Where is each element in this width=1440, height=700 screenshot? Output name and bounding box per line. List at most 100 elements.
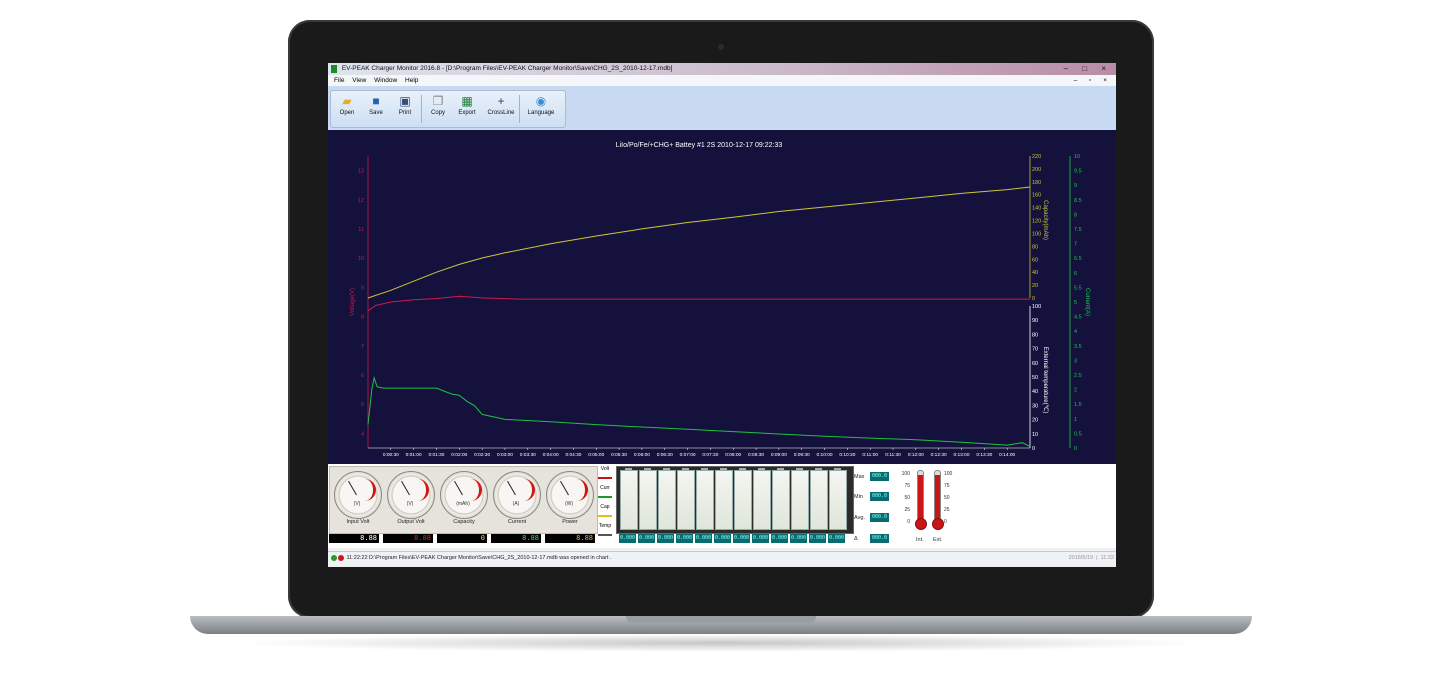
- app-window: EV-PEAK Charger Monitor 2016.8 - [D:\Pro…: [328, 63, 1116, 567]
- cell-readouts: 0.000 0.000 0.000 0.000 0.000 0.000 0.00…: [616, 534, 852, 544]
- current-tick-label: 6.5: [1074, 256, 1082, 262]
- cell-bar: [772, 468, 790, 530]
- stat-label: Avg.: [854, 515, 865, 521]
- temperature-tick-label: 50: [1032, 375, 1038, 381]
- legend-curr[interactable]: Curr: [597, 485, 613, 504]
- voltage-tick-label: 5: [361, 402, 364, 408]
- stat-label: Δ: [854, 536, 858, 542]
- chart-panel[interactable]: LiIo/Po/Fe/+CHG+ Battey #1 2S 2010-12-17…: [328, 130, 1116, 464]
- x-tick-label: 0:05:30: [611, 452, 627, 458]
- crossline-button[interactable]: + CrossLine: [485, 93, 517, 125]
- thermo-tick: 100: [901, 471, 910, 477]
- x-tick-label: 0:03:00: [497, 452, 513, 458]
- open-label: Open: [339, 110, 355, 116]
- x-tick-label: 0:02:00: [451, 452, 467, 458]
- voltage-tick-label: 13: [358, 169, 364, 175]
- voltage-tick-label: 12: [358, 198, 364, 204]
- x-tick-label: 0:04:00: [543, 452, 559, 458]
- capacity-tick-label: 0: [1032, 296, 1035, 302]
- current-tick-label: 1.5: [1074, 402, 1082, 408]
- gauge-unit: (V): [353, 501, 361, 507]
- capacity-tick-label: 160: [1032, 193, 1041, 199]
- print-button[interactable]: ▣ Print: [391, 93, 419, 125]
- readout-capacity: 0: [437, 534, 487, 543]
- menu-file[interactable]: File: [334, 77, 344, 84]
- thermo-label-ext: Ext.: [933, 537, 943, 543]
- capacity-tick-label: 60: [1032, 257, 1038, 263]
- x-tick-label: 0:10:00: [817, 452, 833, 458]
- thermo-tick: 50: [944, 495, 950, 501]
- legend-temp[interactable]: Temp: [597, 523, 613, 542]
- cell-bar: [620, 468, 638, 530]
- stat-min: Min 000.0: [854, 492, 894, 502]
- temperature-tick-label: 70: [1032, 347, 1038, 353]
- current-tick-label: 2: [1074, 388, 1077, 394]
- gauge-unit: (A): [512, 501, 520, 507]
- x-tick-label: 0:01:00: [406, 452, 422, 458]
- thermo-tick: 50: [904, 495, 910, 501]
- current-tick-label: 3: [1074, 358, 1077, 364]
- cell-bar: [734, 468, 752, 530]
- x-tick-label: 0:08:30: [748, 452, 764, 458]
- cell-bar: [791, 468, 809, 530]
- cell-readout: 0.000: [733, 534, 750, 543]
- menu-window[interactable]: Window: [374, 77, 397, 84]
- menu-view[interactable]: View: [352, 77, 366, 84]
- cell-bar: [753, 468, 771, 530]
- current-tick-label: 4.5: [1074, 315, 1082, 321]
- gauge-label: Output Volt: [397, 519, 425, 525]
- export-button[interactable]: ▦ Export: [453, 93, 481, 125]
- cell-readout: 0.000: [752, 534, 769, 543]
- cell-readout: 0.000: [714, 534, 731, 543]
- cell-bar: [829, 468, 847, 530]
- stat-avg: Avg. 000.0: [854, 513, 894, 523]
- capacity-axis-label: Capacity(mAh): [1042, 200, 1048, 240]
- export-label: Export: [458, 110, 476, 116]
- current-tick-label: 7.5: [1074, 227, 1082, 233]
- capacity-tick-label: 180: [1032, 180, 1041, 186]
- thermo-tick: 25: [904, 507, 910, 513]
- x-tick-label: 0:07:30: [702, 452, 718, 458]
- thermo-label-int: Int.: [916, 537, 924, 543]
- language-button[interactable]: ◉ Language: [523, 93, 559, 125]
- stat-max: Max 000.0: [854, 472, 894, 482]
- legend-volt[interactable]: Volt: [597, 466, 613, 485]
- thermo-fill: [918, 475, 923, 523]
- x-tick-label: 0:06:00: [634, 452, 650, 458]
- voltage-axis-label: Voltage(V): [350, 288, 356, 316]
- x-tick-label: 0:06:30: [657, 452, 673, 458]
- menu-help[interactable]: Help: [405, 77, 418, 84]
- toolbar-separator: [519, 95, 520, 123]
- window-title: EV-PEAK Charger Monitor 2016.8 - [D:\Pro…: [341, 65, 673, 72]
- gauge-power: (W) Power: [544, 469, 596, 531]
- temperature-tick-label: 80: [1032, 332, 1038, 338]
- legend-cap[interactable]: Cap: [597, 504, 613, 523]
- copy-button[interactable]: ❐ Copy: [424, 93, 452, 125]
- gauge-label: Current: [507, 519, 527, 525]
- capacity-tick-label: 120: [1032, 219, 1041, 225]
- x-tick-label: 0:07:00: [680, 452, 696, 458]
- save-label: Save: [369, 110, 383, 116]
- save-button[interactable]: ■ Save: [362, 93, 390, 125]
- voltage-tick-label: 7: [361, 344, 364, 350]
- status-datetime: 2018/6/19 | 11:22: [1068, 555, 1114, 561]
- gauge-unit: (mAh): [456, 501, 470, 507]
- gauges-box: (V) Input Volt (V) Output Volt (mAh) Cap…: [329, 466, 598, 534]
- status-date: 2018/6/19: [1068, 555, 1094, 561]
- current-tick-label: 8.5: [1074, 198, 1082, 204]
- current-tick-label: 0: [1074, 446, 1077, 452]
- window-controls[interactable]: – □ ×: [1064, 63, 1112, 75]
- open-button[interactable]: ▰ Open: [333, 93, 361, 125]
- camera-icon: [718, 44, 724, 50]
- x-tick-label: 0:14:00: [999, 452, 1015, 458]
- charge-chart[interactable]: LiIo/Po/Fe/+CHG+ Battey #1 2S 2010-12-17…: [328, 130, 1116, 464]
- x-tick-label: 0:09:30: [794, 452, 810, 458]
- gauge-label: Input Volt: [346, 519, 370, 525]
- laptop-frame: EV-PEAK Charger Monitor 2016.8 - [D:\Pro…: [288, 20, 1154, 618]
- temperature-tick-label: 20: [1032, 418, 1038, 424]
- export-excel-icon: ▦: [461, 94, 473, 108]
- mdi-controls[interactable]: – ▫ ×: [1074, 75, 1112, 86]
- printer-icon: ▣: [399, 94, 411, 108]
- x-tick-label: 0:11:30: [885, 452, 901, 458]
- thermo-fill: [935, 475, 940, 523]
